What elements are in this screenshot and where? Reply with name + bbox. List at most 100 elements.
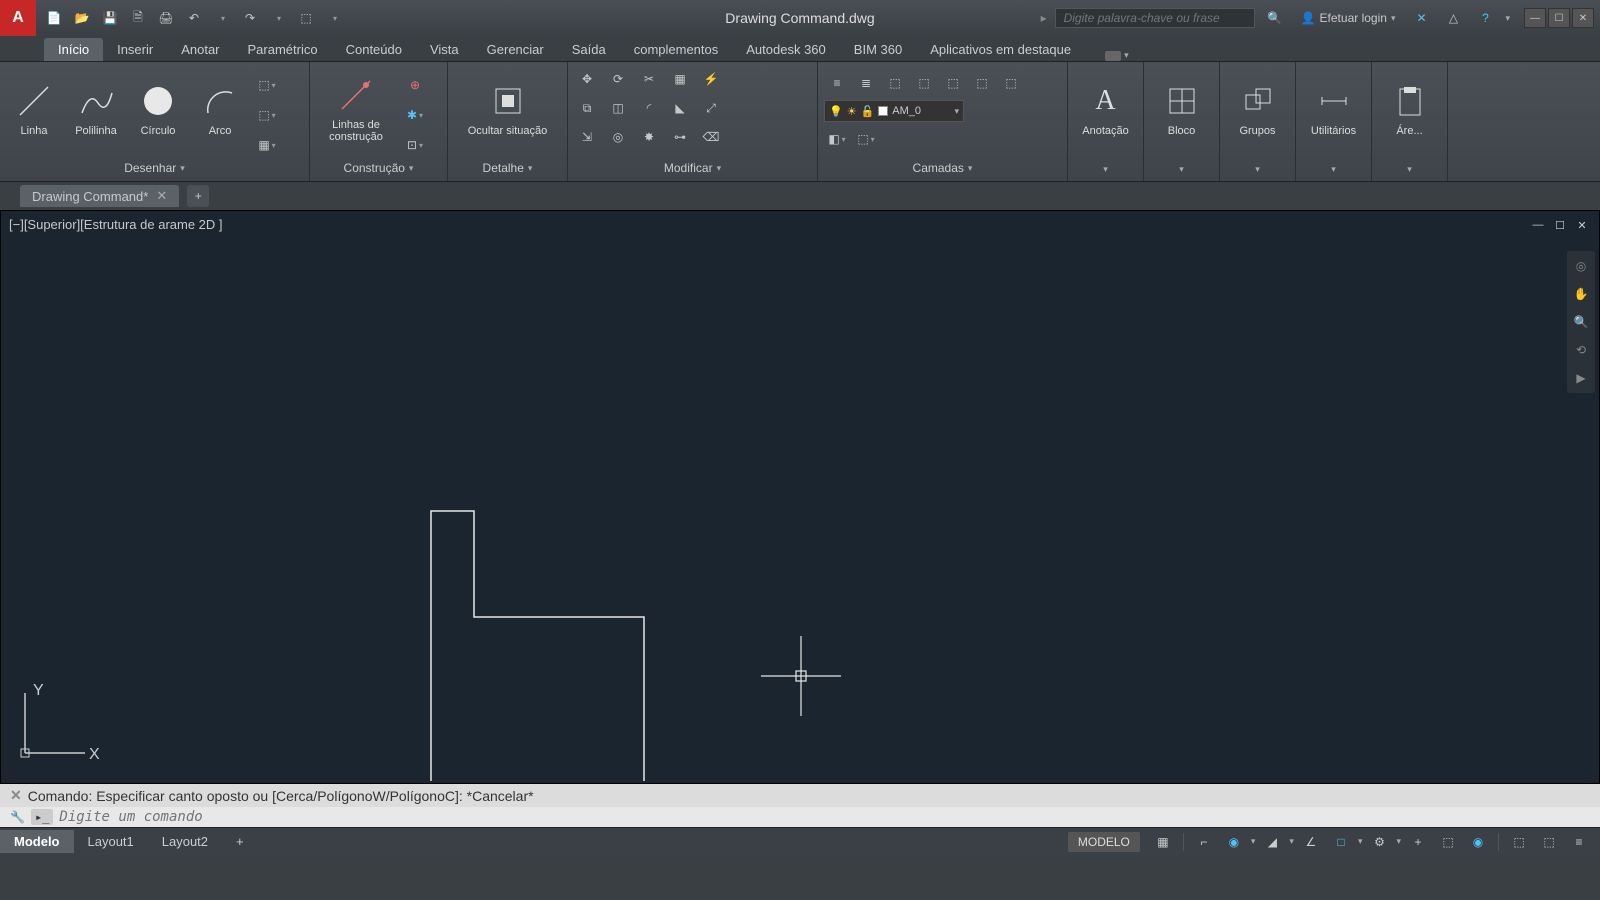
osnap-caret[interactable]: ▾ (1358, 836, 1363, 847)
layer-prop-2[interactable]: ≣ (853, 70, 879, 96)
ortho-icon[interactable]: ⌐ (1191, 831, 1217, 853)
tab-parametrico[interactable]: Paramétrico (234, 38, 332, 61)
trim-icon[interactable]: ✂ (636, 66, 662, 92)
help-icon[interactable]: ? (1473, 6, 1497, 30)
drawing-canvas[interactable]: [−][Superior][Estrutura de arame 2D ] — … (0, 210, 1600, 784)
gear-caret[interactable]: ▾ (1396, 836, 1401, 847)
layer-prop-7[interactable]: ⬚ (998, 70, 1024, 96)
iso-caret[interactable]: ▾ (1289, 836, 1294, 847)
add-scale-icon[interactable]: + (1405, 831, 1431, 853)
isolate-icon[interactable]: ⬚ (1536, 831, 1562, 853)
draw-small-1[interactable]: ⬚ (254, 72, 280, 98)
maximize-button[interactable]: ☐ (1548, 8, 1570, 28)
join-icon[interactable]: ⊶ (667, 124, 693, 150)
bloco-button[interactable]: Bloco (1154, 66, 1210, 152)
close-button[interactable]: ✕ (1572, 8, 1594, 28)
customize-status-icon[interactable]: ≡ (1566, 831, 1592, 853)
search-submit-icon[interactable]: 🔍 (1263, 6, 1287, 30)
tab-appsdestaque[interactable]: Aplicativos em destaque (916, 38, 1085, 61)
utilitarios-button[interactable]: Utilitários (1306, 66, 1362, 152)
signin-button[interactable]: 👤 Efetuar login ▾ (1295, 9, 1402, 27)
minimize-button[interactable]: — (1524, 8, 1546, 28)
panel-utilities-expand[interactable]: ▾ (1302, 162, 1365, 177)
move-icon[interactable]: ✥ (574, 66, 600, 92)
arco-button[interactable]: Arco (192, 66, 248, 152)
model-space-badge[interactable]: MODELO (1068, 832, 1140, 852)
polar-icon[interactable]: ◉ (1221, 831, 1247, 853)
close-tab-icon[interactable]: ✕ (156, 188, 167, 204)
undo-dropdown[interactable] (210, 6, 234, 30)
draw-small-2[interactable]: ⬚ (254, 102, 280, 128)
panel-construction-title[interactable]: Construção▾ (316, 159, 441, 177)
a360-icon[interactable]: △ (1441, 6, 1465, 30)
tab-saida[interactable]: Saída (558, 38, 620, 61)
tab-gerenciar[interactable]: Gerenciar (473, 38, 558, 61)
osnap-tracking-icon[interactable]: ∠ (1298, 831, 1324, 853)
construction-small-1[interactable]: ⊕ (402, 72, 428, 98)
layer-prop-4[interactable]: ⬚ (911, 70, 937, 96)
exchange-icon[interactable]: ✕ (1409, 6, 1433, 30)
area-button[interactable]: Áre... (1382, 66, 1438, 152)
tab-complementos[interactable]: complementos (620, 38, 733, 61)
rotate-icon[interactable]: ⟳ (605, 66, 631, 92)
construction-small-2[interactable]: ✱ (402, 102, 428, 128)
layer-prop-1[interactable]: ≡ (824, 70, 850, 96)
ribbon-minimize[interactable]: ▾ (1105, 50, 1129, 61)
search-arrow-icon[interactable]: ▸ (1041, 11, 1047, 25)
draw-small-3[interactable]: ▦ (254, 132, 280, 158)
powermodify-icon[interactable]: ⚡ (698, 66, 724, 92)
osnap-icon[interactable]: □ (1328, 831, 1354, 853)
app-menu-button[interactable]: A (0, 0, 36, 36)
layer-selector[interactable]: 💡 ☀ 🔓 AM_0 ▾ (824, 100, 964, 122)
tab-inserir[interactable]: Inserir (103, 38, 167, 61)
help-caret[interactable]: ▾ (1505, 13, 1510, 24)
cmd-close-icon[interactable]: ✕ (10, 787, 22, 804)
mirror-icon[interactable]: ◫ (605, 95, 631, 121)
ocultar-situacao-button[interactable]: Ocultar situação (458, 66, 558, 152)
workspace-switch-icon[interactable]: ◉ (1465, 831, 1491, 853)
panel-area-expand[interactable]: ▾ (1378, 162, 1441, 177)
redo-icon[interactable]: ↷ (238, 6, 262, 30)
panel-modify-title[interactable]: Modificar▾ (574, 159, 811, 177)
nav-zoom-icon[interactable]: 🔍 (1570, 311, 1592, 333)
chamfer-icon[interactable]: ◣ (667, 95, 693, 121)
panel-groups-expand[interactable]: ▾ (1226, 162, 1289, 177)
qat-more[interactable] (322, 6, 346, 30)
new-icon[interactable]: 📄 (42, 6, 66, 30)
workspace-icon[interactable]: ⬚ (294, 6, 318, 30)
open-icon[interactable]: 📂 (70, 6, 94, 30)
tab-inicio[interactable]: Início (44, 38, 103, 61)
command-input[interactable] (59, 809, 1590, 825)
tab-conteudo[interactable]: Conteúdo (332, 38, 416, 61)
anotacao-button[interactable]: A Anotação (1078, 66, 1134, 152)
gear-icon[interactable]: ⚙ (1366, 831, 1392, 853)
new-document-tab[interactable]: + (187, 185, 209, 207)
layer-color-btn[interactable]: ◧ (824, 126, 850, 152)
layout-tab-model[interactable]: Modelo (0, 830, 74, 853)
linha-button[interactable]: Linha (6, 66, 62, 152)
stretch-icon[interactable]: ⇲ (574, 124, 600, 150)
layer-prop-5[interactable]: ⬚ (940, 70, 966, 96)
vp-close[interactable]: ✕ (1573, 217, 1591, 233)
construction-small-3[interactable]: ⊡ (402, 132, 428, 158)
polar-caret[interactable]: ▾ (1251, 836, 1256, 847)
grupos-button[interactable]: Grupos (1230, 66, 1286, 152)
undo-icon[interactable]: ↶ (182, 6, 206, 30)
tab-anotar[interactable]: Anotar (167, 38, 233, 61)
explode-icon[interactable]: ✸ (636, 124, 662, 150)
cmd-customize-icon[interactable]: 🔧 (10, 810, 25, 824)
linhas-construcao-button[interactable]: Linhas de construção (316, 66, 396, 152)
tab-vista[interactable]: Vista (416, 38, 473, 61)
panel-layers-title[interactable]: Camadas▾ (824, 159, 1061, 177)
nav-showmotion-icon[interactable]: ▶ (1570, 367, 1592, 389)
array-icon[interactable]: ▦ (667, 66, 693, 92)
nav-wheel-icon[interactable]: ◎ (1570, 255, 1592, 277)
document-tab-active[interactable]: Drawing Command* ✕ (20, 185, 179, 207)
circulo-button[interactable]: Círculo (130, 66, 186, 152)
layout-tab-1[interactable]: Layout1 (74, 830, 148, 853)
erase-icon[interactable]: ⌫ (698, 124, 724, 150)
offset-icon[interactable]: ◎ (605, 124, 631, 150)
save-icon[interactable]: 💾 (98, 6, 122, 30)
redo-dropdown[interactable] (266, 6, 290, 30)
panel-detail-title[interactable]: Detalhe▾ (454, 159, 561, 177)
